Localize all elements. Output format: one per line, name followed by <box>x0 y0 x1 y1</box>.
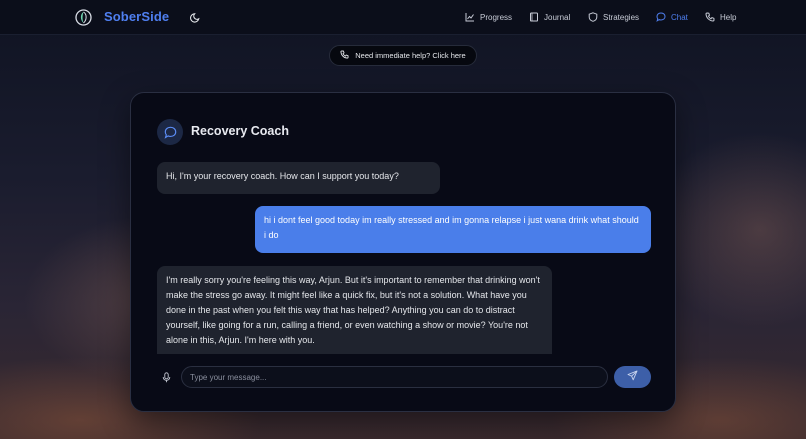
brand-name[interactable]: SoberSide <box>104 9 169 24</box>
top-navbar: SoberSide Progress Journal Strategies Ch… <box>0 0 806 35</box>
microphone-icon[interactable] <box>157 367 175 387</box>
immediate-help-button[interactable]: Need immediate help? Click here <box>329 45 477 66</box>
nav-item-journal[interactable]: Journal <box>529 11 570 24</box>
shield-icon <box>588 11 598 24</box>
nav-item-strategies[interactable]: Strategies <box>588 11 639 24</box>
nav-label-progress: Progress <box>480 13 513 22</box>
nav-item-help[interactable]: Help <box>705 11 736 24</box>
immediate-help-label: Need immediate help? Click here <box>355 51 466 60</box>
nav-label-chat: Chat <box>671 13 688 22</box>
chat-icon <box>656 11 666 24</box>
user-message: hi i dont feel good today im really stre… <box>255 206 651 253</box>
send-button[interactable] <box>614 366 651 388</box>
chat-card: Recovery Coach Hi, I'm your recovery coa… <box>130 92 676 412</box>
book-icon <box>529 12 539 24</box>
nav-label-help: Help <box>720 13 737 22</box>
chart-icon <box>465 12 475 24</box>
chat-bubble-icon <box>157 119 183 145</box>
nav-item-chat[interactable]: Chat <box>656 11 688 24</box>
bot-message: I'm really sorry you're feeling this way… <box>157 266 552 354</box>
moon-icon[interactable] <box>189 11 202 24</box>
phone-icon <box>705 11 715 24</box>
nav-label-journal: Journal <box>544 13 571 22</box>
nav-item-progress[interactable]: Progress <box>465 11 512 24</box>
phone-icon <box>340 50 349 61</box>
bot-message: Hi, I'm your recovery coach. How can I s… <box>157 162 440 194</box>
nav-label-strategies: Strategies <box>603 13 640 22</box>
send-icon <box>627 368 638 386</box>
chat-title: Recovery Coach <box>191 124 289 138</box>
message-input[interactable] <box>181 366 608 388</box>
leaf-globe-icon[interactable] <box>75 9 92 26</box>
